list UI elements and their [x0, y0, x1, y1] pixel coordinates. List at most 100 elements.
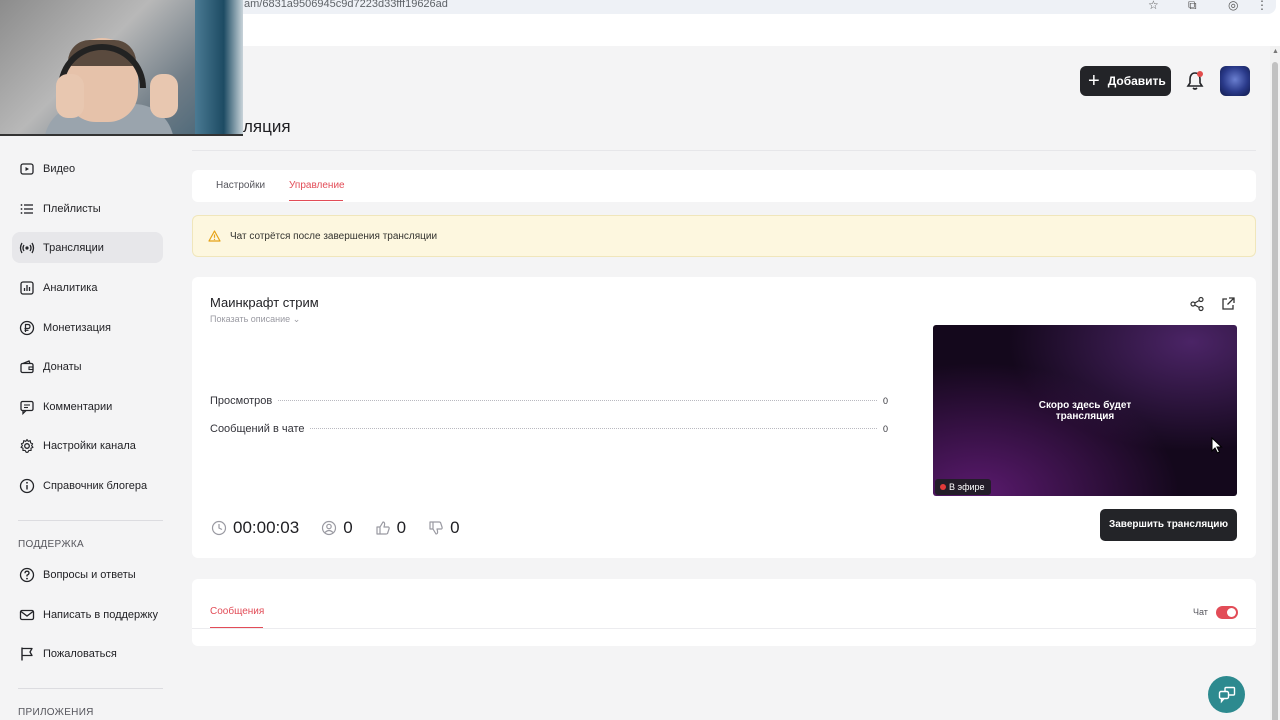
sidebar-item-wallet[interactable]: Донаты	[12, 351, 163, 382]
browser-menu-icon[interactable]: ⋮	[1256, 0, 1268, 12]
stat-leader	[310, 428, 877, 429]
messages-divider	[192, 628, 1256, 629]
mail-icon	[19, 609, 35, 620]
messages-tab-underline	[210, 627, 263, 628]
stat-chat-messages: Сообщений в чате 0	[210, 423, 888, 435]
avatar[interactable]	[1220, 66, 1250, 96]
thumbs-up-icon	[376, 521, 390, 535]
preview-placeholder-text: Скоро здесь будет трансляция	[933, 400, 1237, 422]
live-badge: В эфире	[935, 479, 991, 495]
extensions-icon[interactable]: ⧉	[1188, 0, 1197, 13]
sidebar-item-gear[interactable]: Настройки канала	[12, 430, 163, 461]
viewers-count: 0	[343, 518, 353, 537]
webcam-person-hand-right	[150, 74, 178, 118]
scrollbar-thumb[interactable]	[1272, 62, 1278, 720]
chat-toggle-label: Чат	[1193, 607, 1208, 617]
chat-bubbles-icon	[1218, 686, 1235, 703]
bookmark-star-icon[interactable]: ☆	[1148, 0, 1159, 12]
preview-line-2: трансляция	[1055, 411, 1115, 422]
sidebar-item-video[interactable]: Видео	[12, 153, 163, 184]
sidebar-item-label: Вопросы и ответы	[43, 568, 136, 581]
warning-text: Чат сотрётся после завершения трансляции	[230, 230, 438, 242]
scroll-up-arrow-icon[interactable]: ▲	[1272, 48, 1279, 55]
plus-icon: +	[1088, 70, 1100, 92]
show-description-toggle[interactable]: Показать описание ⌄	[210, 314, 300, 325]
flag-icon	[21, 647, 33, 660]
profile-icon[interactable]: ◎	[1228, 0, 1238, 12]
sidebar-item-label: Настройки канала	[43, 439, 136, 452]
webcam-curtain	[195, 0, 243, 134]
sidebar-divider	[18, 520, 163, 521]
sidebar-divider	[18, 688, 163, 689]
stat-chat-value: 0	[882, 424, 888, 434]
tab-settings[interactable]: Настройки	[216, 180, 265, 191]
tab-manage[interactable]: Управление	[289, 180, 345, 191]
stream-preview[interactable]: Скоро здесь будет трансляция	[933, 325, 1237, 496]
playlist-icon	[20, 203, 33, 214]
video-icon	[20, 162, 34, 175]
gear-icon	[20, 438, 34, 453]
chat-toggle[interactable]	[1216, 606, 1238, 619]
end-stream-button[interactable]: Завершить трансляцию	[1100, 509, 1237, 541]
sidebar-item-comment[interactable]: Комментарии	[12, 391, 163, 422]
likes-count: 0	[396, 518, 407, 537]
stat-views-value: 0	[882, 396, 888, 406]
sidebar-item-label: Аналитика	[43, 281, 98, 294]
analytics-icon	[20, 280, 34, 295]
info-icon	[19, 478, 35, 493]
stream-counters: 00:00:03 0 0 0	[211, 518, 482, 538]
live-label: В эфире	[949, 482, 985, 492]
sidebar-heading-apps: ПРИЛОЖЕНИЯ	[18, 707, 94, 718]
clock-icon	[211, 520, 227, 536]
support-chat-button[interactable]	[1208, 676, 1245, 713]
open-external-icon[interactable]	[1220, 296, 1236, 312]
stream-title: Маинкрафт стрим	[210, 295, 319, 310]
address-text: am/6831a9506945c9d7223d33fff19626ad	[244, 0, 448, 10]
mouse-cursor-icon	[1211, 437, 1223, 454]
question-icon	[19, 567, 35, 582]
ruble-icon	[19, 320, 35, 335]
stat-views-label: Просмотров	[210, 395, 273, 407]
thumbs-down-icon	[429, 521, 443, 535]
notification-dot	[1197, 71, 1203, 77]
address-bar[interactable]: am/6831a9506945c9d7223d33fff19626ad ☆ ⧉ …	[236, 0, 1276, 14]
wallet-icon	[20, 359, 34, 373]
add-button[interactable]: + Добавить	[1080, 66, 1171, 96]
share-icon[interactable]	[1189, 296, 1205, 312]
stat-leader	[278, 400, 877, 401]
tabs-panel: Настройки Управление	[192, 170, 1256, 202]
sidebar-item-flag[interactable]: Пожаловаться	[12, 638, 163, 669]
broadcast-icon	[19, 242, 35, 253]
sidebar-item-playlist[interactable]: Плейлисты	[12, 193, 163, 224]
page-scrollbar[interactable]: ▲	[1270, 46, 1280, 720]
sidebar-item-question[interactable]: Вопросы и ответы	[12, 559, 163, 590]
tab-messages[interactable]: Сообщения	[210, 606, 264, 617]
preview-line-1: Скоро здесь будет	[1038, 400, 1132, 411]
sidebar-item-broadcast[interactable]: Трансляции	[12, 232, 163, 263]
stat-views: Просмотров 0	[210, 395, 888, 407]
title-divider	[192, 150, 1256, 151]
sidebar-item-info[interactable]: Справочник блогера	[12, 470, 163, 501]
sidebar-item-label: Справочник блогера	[43, 479, 148, 492]
show-description-label: Показать описание	[210, 314, 291, 324]
sidebar-item-analytics[interactable]: Аналитика	[12, 272, 163, 303]
sidebar-heading-support: ПОДДЕРЖКА	[18, 539, 84, 550]
messages-card	[192, 579, 1256, 646]
page-title: ляция	[243, 117, 291, 136]
sidebar-item-label: Пожаловаться	[43, 647, 117, 660]
tab-active-underline	[289, 200, 343, 201]
sidebar-item-label: Комментарии	[43, 400, 113, 413]
chevron-down-icon: ⌄	[292, 314, 301, 324]
viewers-icon	[322, 520, 337, 536]
comment-icon	[20, 400, 34, 415]
live-dot	[940, 484, 946, 490]
sidebar-item-label: Плейлисты	[43, 202, 101, 215]
sidebar-item-mail[interactable]: Написать в поддержку	[12, 599, 163, 630]
sidebar-item-label: Написать в поддержку	[43, 608, 158, 621]
chat-warning-banner: Чат сотрётся после завершения трансляции	[192, 215, 1256, 257]
sidebar-item-ruble[interactable]: Монетизация	[12, 312, 163, 343]
sidebar-item-label: Донаты	[43, 360, 82, 373]
sidebar-item-label: Видео	[43, 162, 76, 175]
sidebar-item-label: Трансляции	[43, 241, 104, 254]
sidebar-item-label: Монетизация	[43, 321, 111, 334]
